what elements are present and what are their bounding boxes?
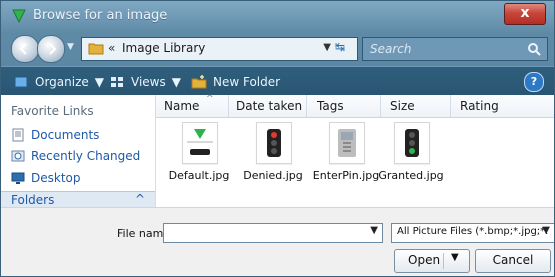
default-thumbnail-art	[187, 129, 213, 155]
column-size[interactable]: Size	[390, 99, 415, 113]
file-grid: Default.jpg Denied.jpg EnterPin.jpg Gran…	[156, 119, 554, 207]
forward-button[interactable]	[37, 35, 65, 63]
address-location: Image Library	[122, 41, 206, 55]
forward-arrow-icon	[49, 43, 57, 55]
views-dropdown-icon: ▼	[171, 75, 181, 89]
window-title: Browse for an image	[33, 8, 168, 23]
denied-thumbnail-art	[267, 129, 281, 157]
cancel-label: Cancel	[492, 253, 534, 267]
search-icon[interactable]	[527, 42, 541, 56]
file-item-default[interactable]: Default.jpg	[160, 119, 238, 199]
favorite-links-header: Favorite Links	[11, 104, 94, 118]
column-divider[interactable]	[228, 95, 229, 117]
file-name: Default.jpg	[168, 169, 230, 182]
desktop-label: Desktop	[31, 171, 81, 185]
navigation-pane: Favorite Links Documents Recently Change…	[1, 95, 156, 208]
new-folder-icon	[191, 75, 207, 89]
organize-icon	[14, 76, 28, 88]
granted-image-icon	[394, 122, 430, 164]
recently-changed-icon	[11, 150, 25, 162]
column-divider[interactable]	[380, 95, 381, 117]
main-content: Favorite Links Documents Recently Change…	[1, 94, 554, 208]
column-date-taken[interactable]: Date taken	[236, 99, 302, 113]
back-button[interactable]	[11, 35, 39, 63]
recently-changed-label: Recently Changed	[31, 149, 141, 163]
views-icon	[111, 77, 123, 87]
sort-ascending-icon: ^	[206, 94, 214, 104]
column-rating[interactable]: Rating	[460, 99, 499, 113]
views-label: Views	[131, 75, 166, 89]
address-bar[interactable]: « Image Library ▼ ↹	[81, 37, 358, 61]
folder-icon	[88, 43, 104, 55]
documents-label: Documents	[31, 128, 100, 142]
open-label: Open	[408, 253, 441, 267]
organize-dropdown-icon: ▼	[94, 75, 104, 89]
title-bar: Browse for an image x	[1, 1, 554, 31]
default-image-icon	[182, 122, 218, 164]
search-box[interactable]: Search	[362, 37, 548, 61]
documents-icon	[12, 128, 24, 142]
file-type-filter-select[interactable]: All Picture Files (*.bmp;*.jpg;*. ▼	[391, 223, 554, 243]
address-prefix: «	[108, 41, 116, 55]
column-divider[interactable]	[450, 95, 451, 117]
open-dropdown-icon[interactable]: ▼	[451, 252, 459, 263]
cancel-button[interactable]: Cancel	[475, 249, 551, 273]
dialog-footer: File name: ▼ All Picture Files (*.bmp;*.…	[1, 207, 554, 276]
views-button[interactable]: Views ▼	[109, 73, 181, 91]
desktop-icon	[11, 172, 25, 184]
file-type-dropdown-icon[interactable]: ▼	[542, 225, 550, 236]
folders-label: Folders	[11, 193, 55, 207]
browse-image-dialog: Browse for an image x ▼ « Image Library …	[0, 0, 555, 277]
open-split-divider	[443, 253, 444, 269]
column-divider[interactable]	[306, 95, 307, 117]
close-button[interactable]: x	[504, 3, 546, 25]
refresh-icon[interactable]: ↹	[335, 40, 353, 56]
file-name: Denied.jpg	[243, 169, 303, 182]
new-folder-label: New Folder	[213, 75, 281, 89]
chevron-up-icon: ^	[134, 192, 145, 206]
granted-thumbnail-art	[405, 129, 419, 157]
column-name[interactable]: Name	[164, 99, 199, 113]
open-button[interactable]: Open ▼	[394, 249, 470, 273]
enterpin-image-icon	[329, 122, 365, 164]
column-tags[interactable]: Tags	[317, 99, 344, 113]
favorite-link-desktop[interactable]: Desktop	[11, 171, 81, 185]
column-header: ^ Name Date taken Tags Size Rating	[156, 94, 554, 118]
file-list: ^ Name Date taken Tags Size Rating Defau…	[156, 94, 554, 207]
file-type-filter-value: All Picture Files (*.bmp;*.jpg;*.	[397, 226, 549, 237]
organize-label: Organize	[35, 75, 89, 89]
command-toolbar: Organize ▼ Views ▼ New Folder ?	[1, 66, 554, 96]
navigation-bar: ▼ « Image Library ▼ ↹ Search	[9, 34, 548, 64]
enterpin-thumbnail-art	[338, 129, 356, 157]
organize-button[interactable]: Organize ▼	[13, 73, 104, 91]
favorite-link-documents[interactable]: Documents	[11, 128, 99, 142]
file-item-denied[interactable]: Denied.jpg	[234, 119, 312, 199]
denied-image-icon	[256, 122, 292, 164]
file-name: Granted.jpg	[378, 169, 444, 182]
file-name-input[interactable]: ▼	[163, 223, 383, 243]
back-arrow-icon	[19, 43, 27, 55]
file-name-dropdown-icon[interactable]: ▼	[370, 225, 378, 236]
dialog-app-icon	[12, 9, 26, 24]
search-placeholder: Search	[370, 42, 412, 56]
file-item-granted[interactable]: Granted.jpg	[372, 119, 450, 199]
favorite-link-recently-changed[interactable]: Recently Changed	[11, 149, 140, 163]
new-folder-button[interactable]: New Folder	[191, 73, 280, 91]
address-dropdown-icon[interactable]: ▼	[323, 42, 331, 53]
recent-pages-dropdown-icon[interactable]: ▼	[67, 42, 77, 52]
folders-toggle[interactable]: Folders ^	[1, 191, 155, 208]
help-button[interactable]: ?	[524, 72, 544, 92]
